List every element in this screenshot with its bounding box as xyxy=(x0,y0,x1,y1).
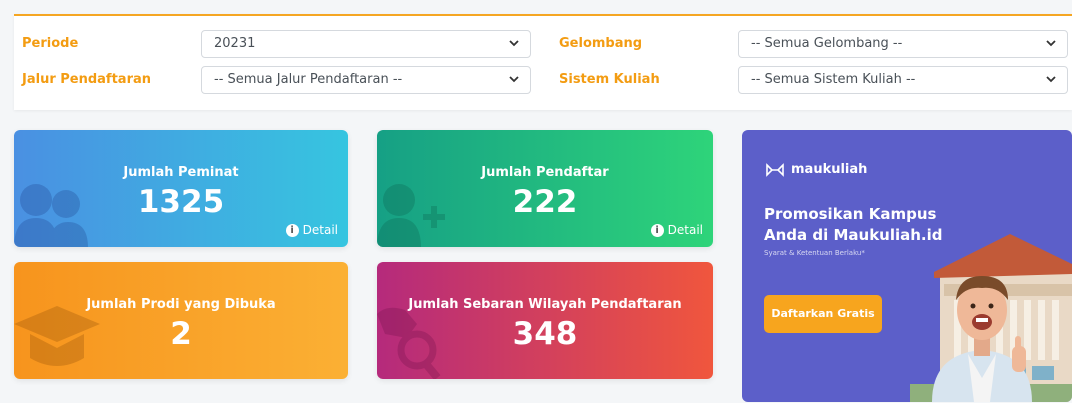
brand-name: maukuliah xyxy=(791,162,868,177)
jalur-label: Jalur Pendaftaran xyxy=(22,72,152,87)
periode-select-value: 20231 xyxy=(214,36,256,51)
sistem-label: Sistem Kuliah xyxy=(559,72,660,87)
pendaftar-detail-label: Detail xyxy=(667,223,703,237)
pendaftar-detail-link[interactable]: i Detail xyxy=(650,223,703,237)
gelombang-select[interactable]: -- Semua Gelombang -- xyxy=(738,30,1068,58)
periode-select[interactable]: 20231 xyxy=(201,30,531,58)
stat-card-wilayah: Jumlah Sebaran Wilayah Pendaftaran 348 xyxy=(377,262,713,379)
gelombang-label: Gelombang xyxy=(559,36,643,51)
jalur-select-value: -- Semua Jalur Pendaftaran -- xyxy=(214,72,403,87)
peminat-detail-label: Detail xyxy=(302,223,338,237)
promo-banner[interactable]: maukuliah Promosikan Kampus Anda di Mauk… xyxy=(742,130,1072,402)
prodi-title: Jumlah Prodi yang Dibuka xyxy=(86,297,276,312)
chevron-down-icon xyxy=(1046,76,1056,83)
filter-panel: Periode 20231 Gelombang -- Semua Gelomba… xyxy=(14,14,1072,110)
chevron-down-icon xyxy=(509,76,519,83)
wilayah-value: 348 xyxy=(512,316,578,352)
info-icon: i xyxy=(650,223,664,237)
chevron-down-icon xyxy=(509,40,519,47)
student-photo xyxy=(932,276,1032,402)
peminat-detail-link[interactable]: i Detail xyxy=(285,223,338,237)
pendaftar-value: 222 xyxy=(512,184,578,220)
gelombang-select-value: -- Semua Gelombang -- xyxy=(751,36,903,51)
promo-terms: Syarat & Ketentuan Berlaku* xyxy=(764,249,865,257)
wilayah-title: Jumlah Sebaran Wilayah Pendaftaran xyxy=(408,297,682,312)
periode-label: Periode xyxy=(22,36,79,51)
pendaftar-title: Jumlah Pendaftar xyxy=(481,165,609,180)
prodi-value: 2 xyxy=(170,316,192,352)
jalur-select[interactable]: -- Semua Jalur Pendaftaran -- xyxy=(201,66,531,94)
stat-card-pendaftar: Jumlah Pendaftar 222 i Detail xyxy=(377,130,713,247)
stat-card-peminat: Jumlah Peminat 1325 i Detail xyxy=(14,130,348,247)
maukuliah-logo: maukuliah xyxy=(766,162,867,177)
chevron-down-icon xyxy=(1046,40,1056,47)
stat-card-prodi: Jumlah Prodi yang Dibuka 2 xyxy=(14,262,348,379)
sistem-select[interactable]: -- Semua Sistem Kuliah -- xyxy=(738,66,1068,94)
peminat-value: 1325 xyxy=(137,184,225,220)
maukuliah-logo-icon xyxy=(766,162,784,177)
sistem-select-value: -- Semua Sistem Kuliah -- xyxy=(751,72,916,87)
promo-headline-line1: Promosikan Kampus xyxy=(764,205,937,223)
daftarkan-gratis-button[interactable]: Daftarkan Gratis xyxy=(764,295,882,333)
peminat-title: Jumlah Peminat xyxy=(123,165,239,180)
info-icon: i xyxy=(285,223,299,237)
